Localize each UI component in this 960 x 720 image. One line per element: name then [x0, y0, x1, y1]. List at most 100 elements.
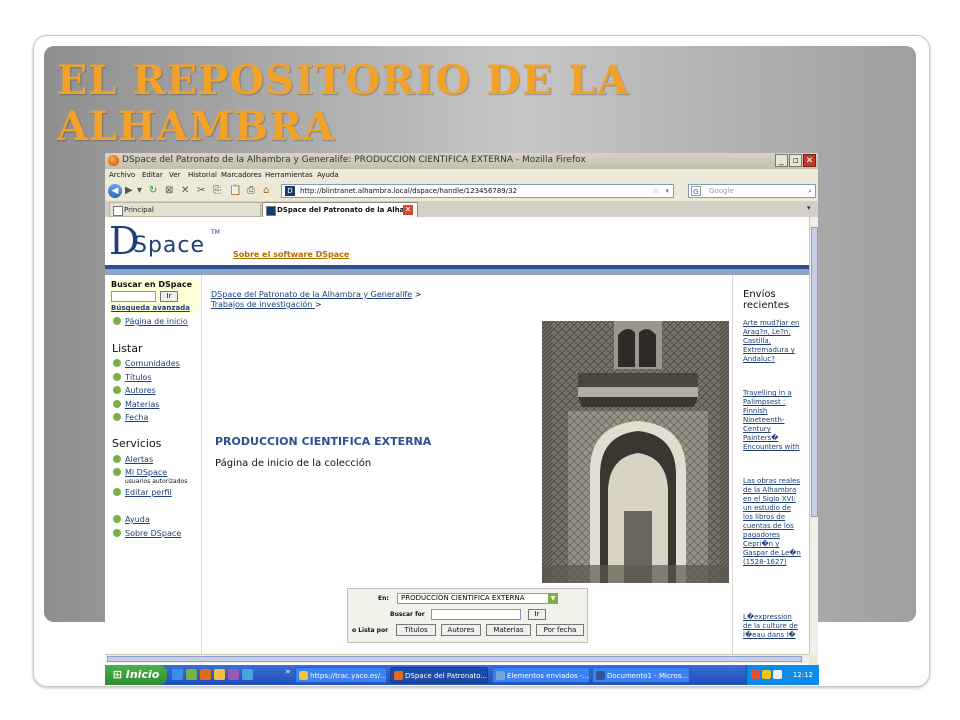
sidebar-item-label: Títulos	[125, 373, 152, 382]
sidebar-item-sobre-dspace[interactable]: Sobre DSpace	[113, 529, 181, 538]
menu-bar: Archivo Editar Ver Historial Marcadores …	[105, 169, 818, 182]
sidebar-search-input[interactable]	[111, 291, 156, 302]
arrow-bullet-icon	[113, 488, 121, 496]
firefox-quicklaunch-icon[interactable]	[200, 669, 211, 680]
browse-authors-button[interactable]: Autores	[441, 624, 481, 636]
url-dropdown-icon[interactable]: ▾	[665, 185, 669, 197]
sidebar-item-fecha[interactable]: Fecha	[113, 413, 148, 422]
firefox-icon	[108, 155, 119, 166]
paste-icon[interactable]: 📋	[229, 185, 241, 197]
horizontal-scroll-thumb[interactable]	[107, 656, 802, 662]
menu-marcadores[interactable]: Marcadores	[221, 171, 262, 179]
advanced-search-link[interactable]: Búsqueda avanzada	[111, 304, 190, 312]
arrow-bullet-icon	[113, 455, 121, 463]
sidebar-item-editar-perfil[interactable]: Editar perfil	[113, 488, 172, 497]
menu-ver[interactable]: Ver	[169, 171, 180, 179]
collection-search-go-button[interactable]: Ir	[528, 609, 546, 620]
sidebar-search-go-button[interactable]: Ir	[160, 291, 178, 302]
sidebar-item-mi-dspace[interactable]: Mi DSpace	[113, 468, 167, 477]
sidebar-item-label: Alertas	[125, 455, 154, 464]
maximize-icon[interactable]: ▫	[789, 154, 802, 167]
browse-date-button[interactable]: Por fecha	[536, 624, 584, 636]
sidebar-item-label: Ayuda	[125, 515, 150, 524]
sidebar-item-materias[interactable]: Materias	[113, 400, 159, 409]
sidebar-item-ayuda[interactable]: Ayuda	[113, 515, 150, 524]
horizontal-scrollbar[interactable]	[105, 654, 809, 663]
taskbar-window-outlook[interactable]: Elementos enviados -...	[492, 667, 590, 683]
tray-network-icon[interactable]	[762, 670, 771, 679]
recent-item-link[interactable]: L�expression de la culture de l�eau dans…	[743, 613, 801, 640]
stop-icon[interactable]: ⊠	[165, 185, 173, 197]
chevron-down-icon[interactable]: ▼	[548, 593, 558, 604]
sidebar-item-alertas[interactable]: Alertas	[113, 455, 153, 464]
dspace-logo-tm: TM	[211, 229, 220, 236]
vertical-scrollbar[interactable]	[809, 217, 818, 654]
collection-search-input[interactable]	[431, 609, 521, 620]
recent-item-link[interactable]: Las obras reales de la Alhambra en el Si…	[743, 477, 801, 567]
sidebar-item-label: Editar perfil	[125, 488, 172, 497]
sidebar-item-home[interactable]: Página de inicio	[113, 317, 188, 326]
arrow-bullet-icon	[113, 529, 121, 537]
mail-quicklaunch-icon[interactable]	[214, 669, 225, 680]
tray-app-icon[interactable]	[751, 670, 760, 679]
quicklaunch-overflow-icon[interactable]: »	[285, 667, 291, 677]
menu-ayuda[interactable]: Ayuda	[317, 171, 339, 179]
recent-item-link[interactable]: Travelling in a Palimpsest : Finnish Nin…	[743, 389, 801, 452]
tab-list-icon[interactable]: ▾	[807, 204, 811, 212]
taskbar-window-label: Documento1 - Micros...	[607, 672, 689, 680]
menu-editar[interactable]: Editar	[142, 171, 163, 179]
ie-quicklaunch-icon[interactable]	[172, 669, 183, 680]
taskbar-window-dspace[interactable]: DSpace del Patronato...	[390, 667, 488, 683]
print-icon[interactable]: ⎙	[247, 185, 255, 197]
tray-volume-icon[interactable]	[773, 670, 782, 679]
browse-titles-button[interactable]: Títulos	[396, 624, 436, 636]
close-page-icon[interactable]: ✕	[181, 185, 189, 197]
start-button[interactable]: ⊞ Inicio	[105, 665, 167, 685]
about-dspace-software-link[interactable]: Sobre el software DSpace	[233, 250, 349, 259]
close-icon[interactable]: ✕	[803, 154, 816, 167]
list-by-label: o Lista por	[352, 627, 389, 634]
scope-select[interactable]: PRODUCCION CIENTIFICA EXTERNA	[397, 593, 557, 604]
bookmark-star-icon[interactable]: ☆	[653, 185, 659, 197]
minimize-icon[interactable]: _	[775, 154, 788, 167]
address-bar[interactable]: D http://blintranet.alhambra.local/dspac…	[281, 184, 674, 198]
vertical-scroll-thumb[interactable]	[811, 227, 818, 517]
cut-icon[interactable]: ✂	[197, 185, 205, 197]
window-titlebar[interactable]: DSpace del Patronato de la Alhambra y Ge…	[105, 153, 818, 169]
forward-icon[interactable]: ▶	[125, 185, 133, 197]
tab-bar: Principal DSpace del Patronato de la Alh…	[105, 201, 818, 218]
menu-historial[interactable]: Historial	[188, 171, 217, 179]
taskbar-window-label: https://trac.yaco.es/...	[310, 672, 387, 680]
sidebar-item-comunidades[interactable]: Comunidades	[113, 359, 180, 368]
recent-item-link[interactable]: Arte mud?jar en Arag?n, Le?n, Castilla, …	[743, 319, 801, 364]
tab-close-icon[interactable]: ✕	[403, 205, 413, 215]
tab-dspace[interactable]: DSpace del Patronato de la Alha... ✕	[262, 202, 418, 217]
search-magnifier-icon[interactable]: ⌕	[808, 185, 812, 197]
app-quicklaunch-icon[interactable]	[228, 669, 239, 680]
system-tray: 12:12	[746, 665, 819, 685]
google-icon[interactable]: G	[691, 186, 701, 196]
history-dropdown-icon[interactable]: ▾	[137, 185, 142, 197]
messenger-quicklaunch-icon[interactable]	[242, 669, 253, 680]
sidebar-item-label: Mi DSpace	[125, 468, 168, 477]
breadcrumb-subcommunity-link[interactable]: Trabajos de investigación	[211, 300, 315, 309]
sidebar-item-titulos[interactable]: Títulos	[113, 373, 152, 382]
taskbar-window-word[interactable]: Documento1 - Micros...	[592, 667, 690, 683]
menu-herramientas[interactable]: Herramientas	[265, 171, 313, 179]
reload-icon[interactable]: ↻	[149, 185, 157, 197]
desktop-quicklaunch-icon[interactable]	[186, 669, 197, 680]
taskbar-window-trac[interactable]: https://trac.yaco.es/...	[295, 667, 387, 683]
sidebar-item-autores[interactable]: Autores	[113, 386, 156, 395]
start-button-label: Inicio	[125, 668, 160, 681]
back-icon[interactable]: ◀	[108, 184, 122, 198]
tab-principal[interactable]: Principal	[109, 202, 261, 217]
web-search-box[interactable]: G Google ⌕	[688, 184, 816, 198]
browse-subjects-button[interactable]: Materias	[486, 624, 531, 636]
site-favicon-icon: D	[285, 186, 295, 196]
mydspace-sublabel: usuarios autorizados	[125, 478, 188, 485]
firefox-icon	[394, 671, 403, 680]
copy-icon[interactable]: ⎘	[213, 185, 221, 197]
menu-archivo[interactable]: Archivo	[109, 171, 135, 179]
home-icon[interactable]: ⌂	[263, 185, 269, 197]
breadcrumb-community-link[interactable]: DSpace del Patronato de la Alhambra y Ge…	[211, 290, 412, 299]
